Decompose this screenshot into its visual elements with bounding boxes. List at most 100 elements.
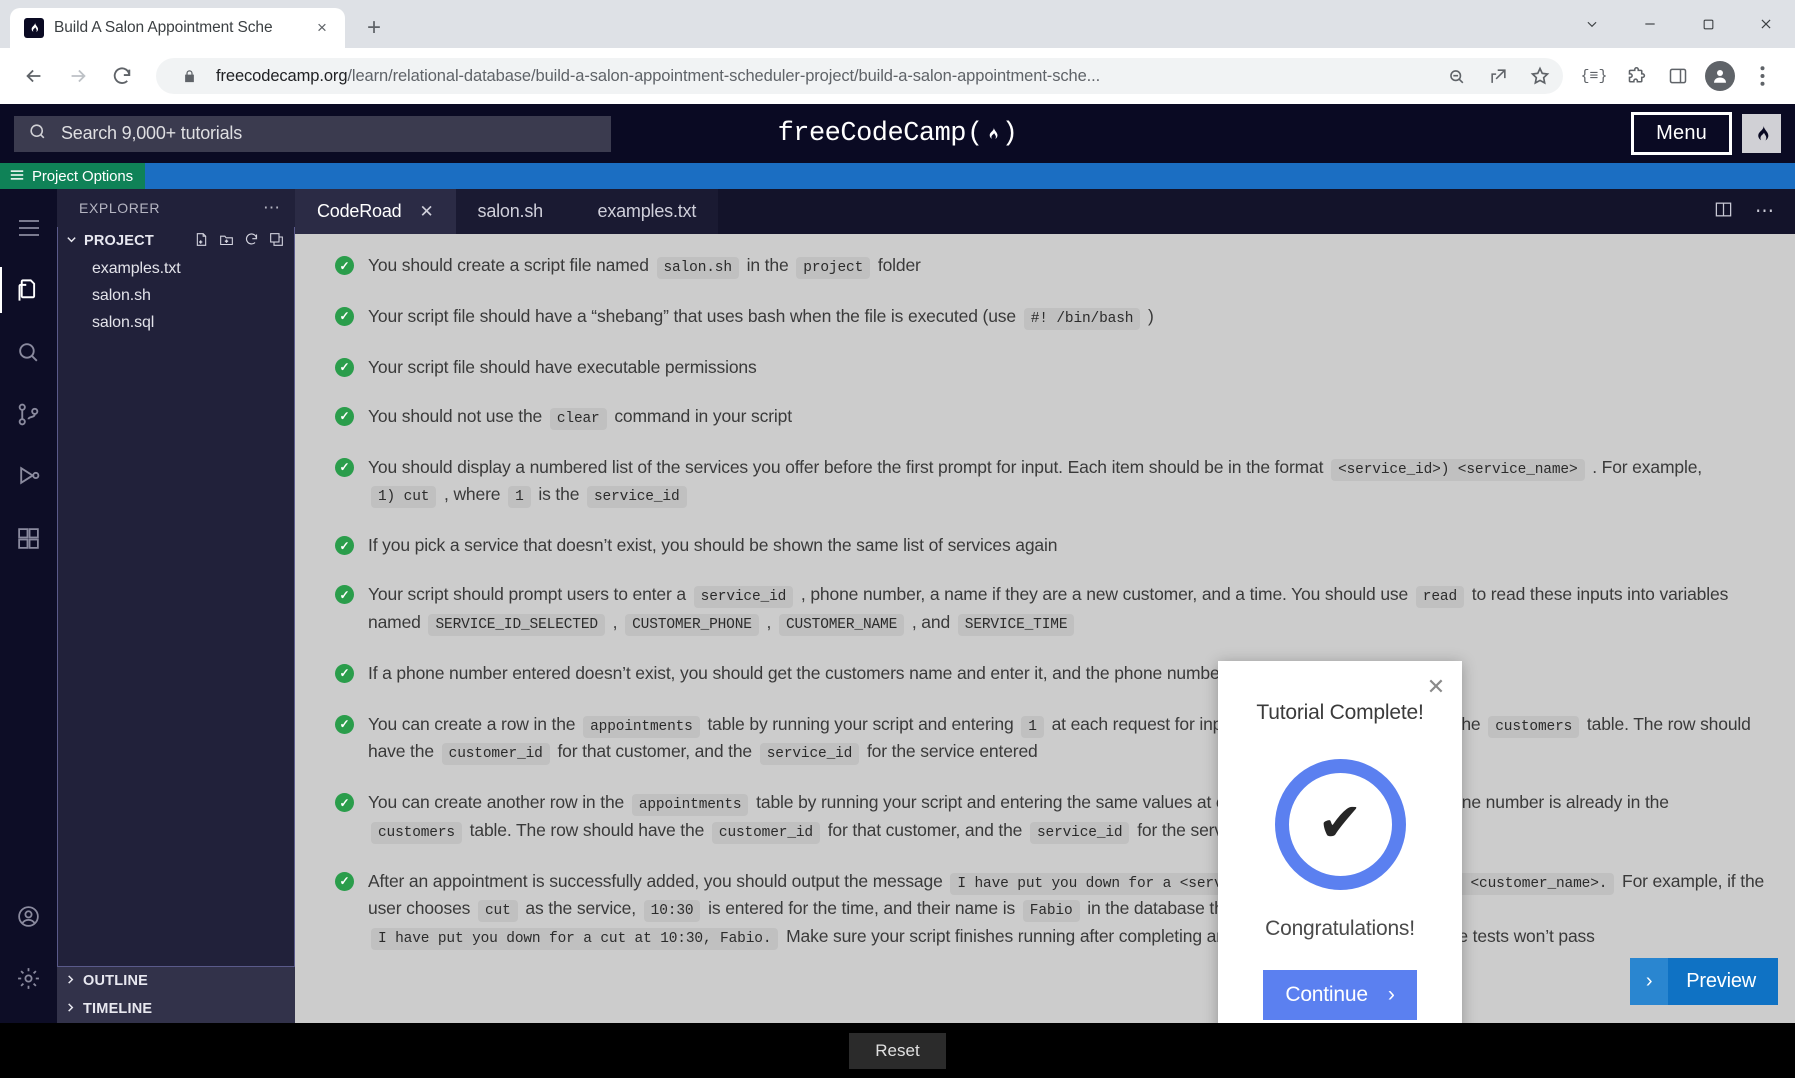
preview-button[interactable]: › Preview xyxy=(1630,958,1778,1005)
three-dot-menu-icon[interactable] xyxy=(1743,57,1781,95)
explorer-files-icon[interactable] xyxy=(0,259,57,321)
inline-code: service_id xyxy=(759,743,860,766)
tab-salon-sh[interactable]: salon.sh xyxy=(455,189,576,234)
task-complete-check-icon: ✓ xyxy=(335,457,354,477)
inline-code: service_id xyxy=(587,486,687,509)
menu-hamburger-icon[interactable] xyxy=(0,197,57,259)
chevron-right-icon xyxy=(65,973,76,989)
forward-button-icon[interactable] xyxy=(58,56,98,96)
task-text: Your script file should have a “shebang”… xyxy=(368,303,1765,331)
extensions-icon[interactable] xyxy=(0,507,57,569)
success-check-circle-icon: ✔ xyxy=(1274,759,1406,890)
freecodecamp-logo[interactable]: freeCodeCamp() xyxy=(778,119,1018,149)
file-item[interactable]: salon.sql xyxy=(58,309,294,336)
inline-code: customer_id xyxy=(441,743,550,766)
inline-code: SERVICE_ID_SELECTED xyxy=(428,614,605,636)
task-complete-check-icon: ✓ xyxy=(335,306,354,326)
maximize-icon[interactable] xyxy=(1679,0,1737,48)
address-bar-url: freecodecamp.org/learn/relational-databa… xyxy=(216,67,1429,86)
page-content: Search 9,000+ tutorials freeCodeCamp() M… xyxy=(0,104,1795,1078)
new-tab-button[interactable]: + xyxy=(357,11,391,45)
extension-puzzle-icon[interactable]: {≡} xyxy=(1575,57,1613,95)
inline-code: project xyxy=(796,257,871,279)
project-tree-section: PROJECT examples.txt salon.sh salon.sql xyxy=(57,227,295,967)
reload-button-icon[interactable] xyxy=(102,56,142,96)
vscode-body: EXPLORER ⋯ PROJECT examples.txt salon.sh… xyxy=(0,189,1795,1023)
logo-flame-icon xyxy=(984,123,1001,145)
tab-coderoad[interactable]: CodeRoad ✕ xyxy=(295,189,456,234)
inline-code: appointments xyxy=(583,715,700,738)
activity-bar xyxy=(0,189,57,1023)
header-right-group: Menu xyxy=(1631,112,1781,155)
url-path: /learn/relational-database/build-a-salon… xyxy=(347,66,1101,85)
explorer-more-actions-icon[interactable]: ⋯ xyxy=(263,198,281,218)
search-placeholder: Search 9,000+ tutorials xyxy=(61,123,243,143)
preview-label: Preview xyxy=(1686,970,1756,992)
chevron-down-icon[interactable] xyxy=(1563,0,1621,48)
task-complete-check-icon: ✓ xyxy=(335,536,354,555)
reset-button[interactable]: Reset xyxy=(849,1032,946,1069)
chevron-right-icon: › xyxy=(1387,983,1395,1006)
user-avatar[interactable] xyxy=(1742,114,1781,153)
zoom-out-icon[interactable] xyxy=(1441,61,1471,91)
search-icon[interactable] xyxy=(0,321,57,383)
browser-tab-title: Build A Salon Appointment Sche xyxy=(54,19,273,36)
inline-code: I have put you down for a cut at 10:30, … xyxy=(371,928,779,950)
inline-code: service_id xyxy=(693,586,794,609)
manage-settings-gear-icon[interactable] xyxy=(0,947,57,1009)
file-item[interactable]: examples.txt xyxy=(58,255,294,282)
back-button-icon[interactable] xyxy=(14,56,54,96)
refresh-icon[interactable] xyxy=(244,232,259,251)
browser-window: Build A Salon Appointment Sche × + freec… xyxy=(0,0,1795,1078)
bookmark-star-icon[interactable] xyxy=(1525,61,1555,91)
browser-toolbar: freecodecamp.org/learn/relational-databa… xyxy=(0,48,1795,104)
project-options-button[interactable]: Project Options xyxy=(0,163,146,189)
source-control-icon[interactable] xyxy=(0,383,57,445)
menu-button[interactable]: Menu xyxy=(1631,112,1732,155)
inline-code: 10:30 xyxy=(643,900,701,923)
inline-code: Fabio xyxy=(1022,900,1080,923)
logo-paren-open: ( xyxy=(967,118,983,149)
task-item: ✓ You should display a numbered list of t… xyxy=(335,454,1765,510)
bottom-bar: Reset xyxy=(0,1023,1795,1078)
minimize-icon[interactable] xyxy=(1621,0,1679,48)
continue-button[interactable]: Continue › xyxy=(1263,970,1417,1020)
file-item[interactable]: salon.sh xyxy=(58,282,294,309)
run-debug-icon[interactable] xyxy=(0,445,57,507)
share-icon[interactable] xyxy=(1483,61,1513,91)
accounts-icon[interactable] xyxy=(0,885,57,947)
inline-code: customers xyxy=(371,821,462,844)
task-text: You should display a numbered list of th… xyxy=(368,454,1765,510)
profile-avatar-icon[interactable] xyxy=(1701,57,1739,95)
new-folder-icon[interactable] xyxy=(219,232,234,251)
editor-area: CodeRoad ✕ salon.sh examples.txt ⋯ ✓ You… xyxy=(295,189,1795,1023)
search-input[interactable]: Search 9,000+ tutorials xyxy=(14,115,611,152)
task-text: You can create a row in the appointments… xyxy=(368,711,1765,767)
chevron-right-icon: › xyxy=(1630,958,1669,1005)
inline-code: 1 xyxy=(508,486,531,509)
side-panel-icon[interactable] xyxy=(1659,57,1697,95)
timeline-section-header[interactable]: TIMELINE xyxy=(57,995,295,1023)
address-bar[interactable]: freecodecamp.org/learn/relational-databa… xyxy=(156,58,1563,94)
task-complete-check-icon: ✓ xyxy=(335,357,354,377)
editor-tab-actions: ⋯ xyxy=(718,189,1795,234)
task-text: Your script file should have executable … xyxy=(368,356,757,377)
inline-code: CUSTOMER_PHONE xyxy=(625,614,759,636)
close-icon[interactable]: × xyxy=(309,15,335,41)
close-icon[interactable]: ✕ xyxy=(419,202,433,222)
freecodecamp-header: Search 9,000+ tutorials freeCodeCamp() M… xyxy=(0,104,1795,163)
close-icon[interactable]: ✕ xyxy=(1424,674,1448,699)
outline-section-header[interactable]: OUTLINE xyxy=(57,967,295,995)
split-editor-icon[interactable] xyxy=(1714,200,1733,224)
more-actions-icon[interactable]: ⋯ xyxy=(1755,200,1775,223)
new-file-icon[interactable] xyxy=(194,232,209,251)
window-close-icon[interactable] xyxy=(1737,0,1795,48)
task-text: You should not use the clear command in … xyxy=(368,403,1765,431)
tab-examples-txt[interactable]: examples.txt xyxy=(575,189,719,234)
collapse-all-icon[interactable] xyxy=(269,232,284,251)
extensions-icon[interactable] xyxy=(1617,57,1655,95)
browser-tab[interactable]: Build A Salon Appointment Sche × xyxy=(10,8,345,48)
inline-code: customer_id xyxy=(711,821,820,844)
task-item: ✓ If you pick a service that doesn’t exis… xyxy=(335,532,1765,558)
project-tree-header[interactable]: PROJECT xyxy=(58,227,294,255)
